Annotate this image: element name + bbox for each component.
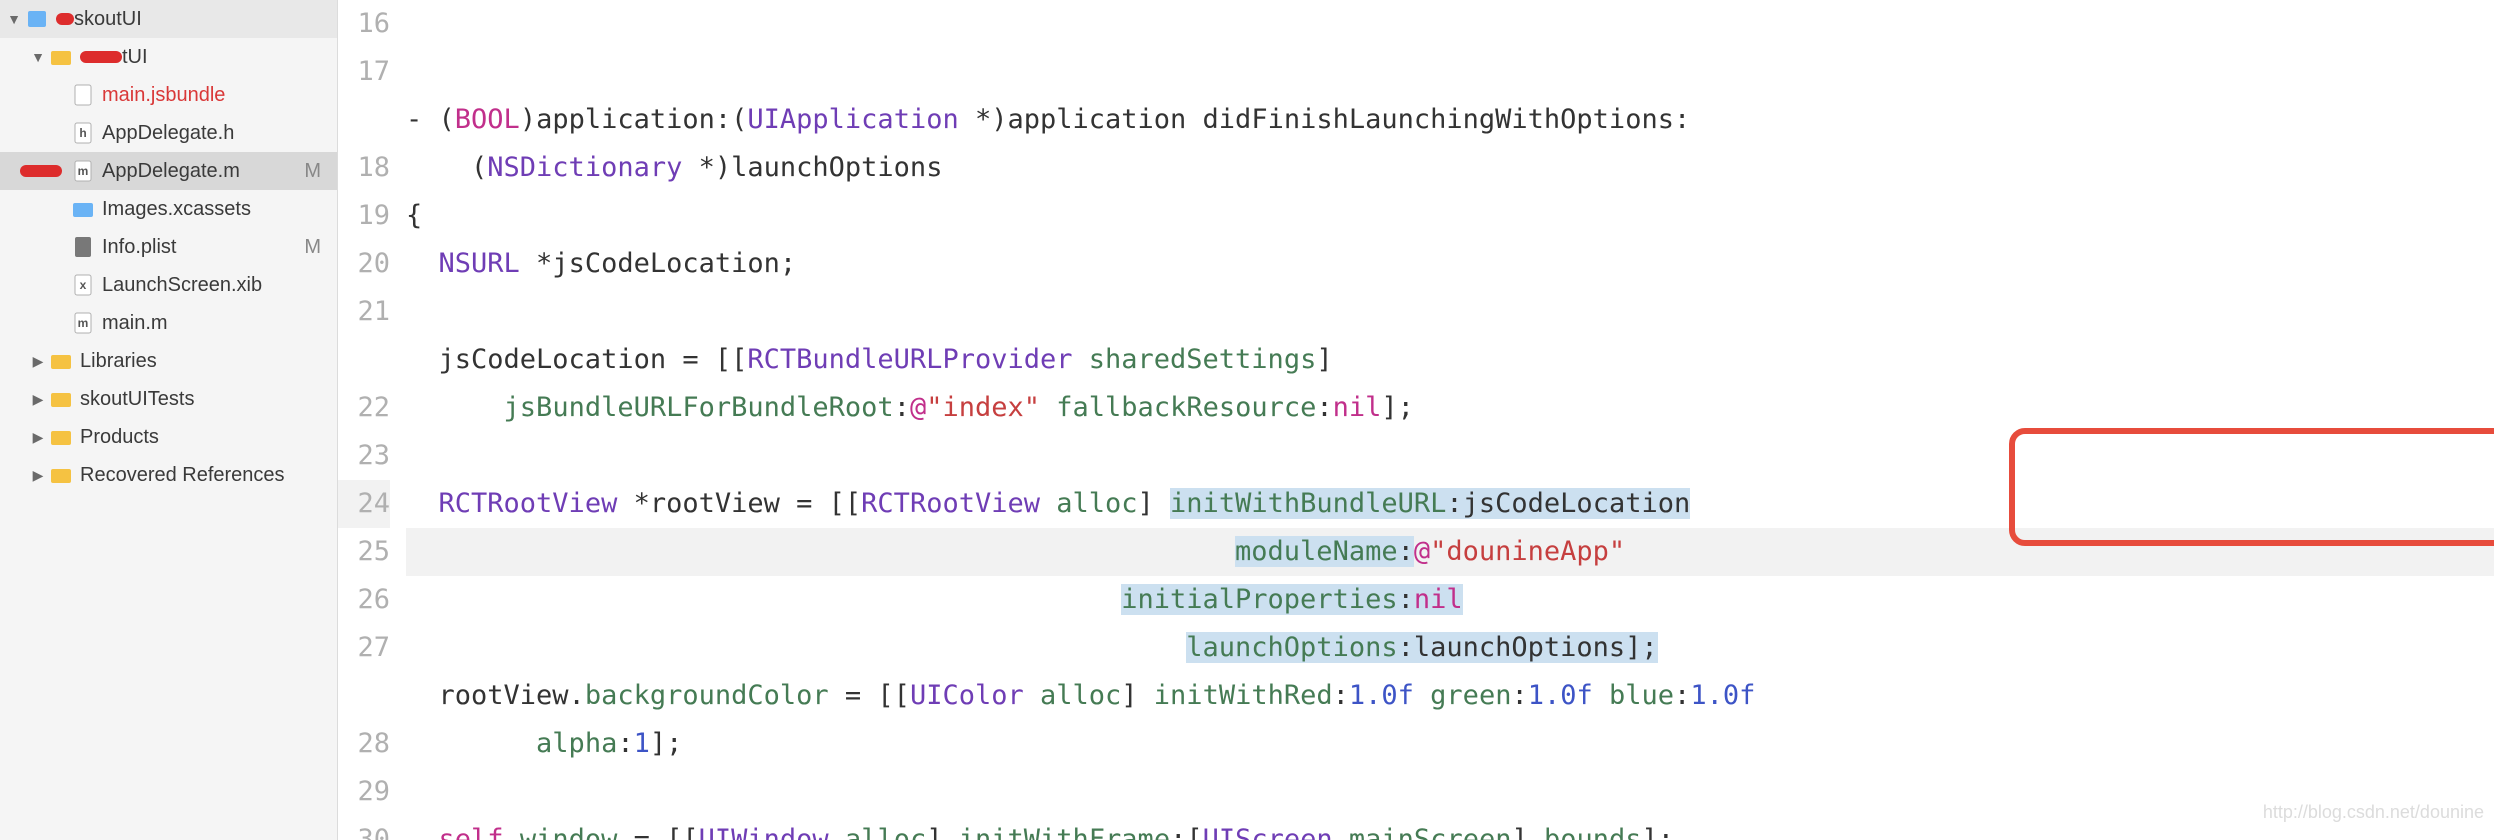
disclosure-triangle-icon[interactable]: ▼	[6, 11, 22, 27]
file-item-main-m[interactable]: m main.m	[0, 304, 337, 342]
line-number: 23	[338, 432, 390, 480]
folder-name: skoutUITests	[80, 388, 329, 411]
redaction-bar	[56, 13, 74, 25]
redaction-bar	[20, 165, 62, 177]
line-number: 28	[338, 720, 390, 768]
svg-text:h: h	[79, 126, 86, 140]
file-item-jsbundle[interactable]: main.jsbundle	[0, 76, 337, 114]
code-line[interactable]: jsBundleURLForBundleRoot:@"index" fallba…	[406, 384, 2494, 432]
impl-file-icon: m	[72, 160, 94, 182]
line-number	[338, 96, 390, 144]
file-name: Info.plist	[102, 236, 304, 259]
disclosure-triangle-icon[interactable]: ▶	[30, 353, 46, 369]
code-line[interactable]	[406, 768, 2494, 816]
code-line[interactable]: RCTRootView *rootView = [[RCTRootView al…	[406, 480, 2494, 528]
line-number: 27	[338, 624, 390, 672]
code-line[interactable]	[406, 48, 2494, 96]
folder-name: Libraries	[80, 350, 329, 373]
line-number: 24	[338, 480, 390, 528]
code-line[interactable]	[406, 432, 2494, 480]
folder-name: Recovered References	[80, 464, 329, 487]
line-number: 25	[338, 528, 390, 576]
folder-icon	[50, 46, 72, 68]
disclosure-triangle-icon[interactable]: ▶	[30, 467, 46, 483]
svg-text:m: m	[78, 316, 89, 330]
code-line-current[interactable]: moduleName:@"dounineApp"	[406, 528, 2494, 576]
code-line[interactable]: NSURL *jsCodeLocation;	[406, 240, 2494, 288]
folder-libraries[interactable]: ▶ Libraries	[0, 342, 337, 380]
file-item-info-plist[interactable]: Info.plist M	[0, 228, 337, 266]
line-number: 30	[338, 816, 390, 840]
svg-text:m: m	[78, 164, 89, 178]
code-line[interactable]: launchOptions:launchOptions];	[406, 624, 2494, 672]
folder-products[interactable]: ▶ Products	[0, 418, 337, 456]
file-name: Images.xcassets	[102, 198, 329, 221]
code-line[interactable]	[406, 288, 2494, 336]
code-line[interactable]: - (BOOL)application:(UIApplication *)app…	[406, 96, 2494, 144]
file-name: main.m	[102, 312, 329, 335]
redaction-bar	[80, 51, 122, 63]
line-number: 20	[338, 240, 390, 288]
group-name: tUI	[122, 46, 329, 69]
file-icon	[72, 84, 94, 106]
code-line[interactable]: initialProperties:nil	[406, 576, 2494, 624]
file-name: AppDelegate.m	[102, 160, 304, 183]
disclosure-triangle-icon[interactable]: ▶	[30, 391, 46, 407]
modified-badge: M	[304, 160, 321, 183]
watermark-text: http://blog.csdn.net/dounine	[2263, 788, 2484, 836]
project-navigator[interactable]: ▼ skoutUI ▼ tUI main.jsbundle h AppDeleg…	[0, 0, 338, 840]
folder-recovered-references[interactable]: ▶ Recovered References	[0, 456, 337, 494]
xib-icon: x	[72, 274, 94, 296]
plist-icon	[72, 236, 94, 258]
group-folder[interactable]: ▼ tUI	[0, 38, 337, 76]
folder-icon	[50, 388, 72, 410]
modified-badge: M	[304, 236, 321, 259]
code-line[interactable]: {	[406, 192, 2494, 240]
file-name: AppDelegate.h	[102, 122, 329, 145]
code-line[interactable]: (NSDictionary *)launchOptions	[406, 144, 2494, 192]
line-number: 17	[338, 48, 390, 96]
assets-icon	[72, 198, 94, 220]
line-number: 16	[338, 0, 390, 48]
file-item-images-xcassets[interactable]: Images.xcassets	[0, 190, 337, 228]
folder-name: Products	[80, 426, 329, 449]
folder-icon	[50, 426, 72, 448]
code-editor[interactable]: 16 17 18 19 20 21 22 23 24 25 26 27 28 2…	[338, 0, 2494, 840]
header-file-icon: h	[72, 122, 94, 144]
line-number	[338, 336, 390, 384]
file-item-appdelegate-m[interactable]: m AppDelegate.m M	[0, 152, 337, 190]
file-item-appdelegate-h[interactable]: h AppDelegate.h	[0, 114, 337, 152]
code-area[interactable]: - (BOOL)application:(UIApplication *)app…	[406, 0, 2494, 840]
svg-text:x: x	[80, 278, 87, 292]
impl-file-icon: m	[72, 312, 94, 334]
line-number: 18	[338, 144, 390, 192]
xcode-project-icon	[26, 8, 48, 30]
code-line[interactable]: rootView.backgroundColor = [[UIColor all…	[406, 672, 2494, 720]
line-number: 19	[338, 192, 390, 240]
folder-icon	[50, 350, 72, 372]
code-line[interactable]: alpha:1];	[406, 720, 2494, 768]
code-line[interactable]: jsCodeLocation = [[RCTBundleURLProvider …	[406, 336, 2494, 384]
line-number: 26	[338, 576, 390, 624]
folder-skoutuitests[interactable]: ▶ skoutUITests	[0, 380, 337, 418]
line-number-gutter: 16 17 18 19 20 21 22 23 24 25 26 27 28 2…	[338, 0, 406, 840]
line-number	[338, 672, 390, 720]
project-name: skoutUI	[74, 8, 329, 31]
disclosure-triangle-icon[interactable]: ▼	[30, 49, 46, 65]
project-root[interactable]: ▼ skoutUI	[0, 0, 337, 38]
file-item-launchscreen-xib[interactable]: x LaunchScreen.xib	[0, 266, 337, 304]
disclosure-triangle-icon[interactable]: ▶	[30, 429, 46, 445]
code-line[interactable]: self.window = [[UIWindow alloc] initWith…	[406, 816, 2494, 840]
file-name: main.jsbundle	[102, 84, 329, 107]
folder-icon	[50, 464, 72, 486]
file-name: LaunchScreen.xib	[102, 274, 329, 297]
line-number: 22	[338, 384, 390, 432]
line-number: 29	[338, 768, 390, 816]
line-number: 21	[338, 288, 390, 336]
